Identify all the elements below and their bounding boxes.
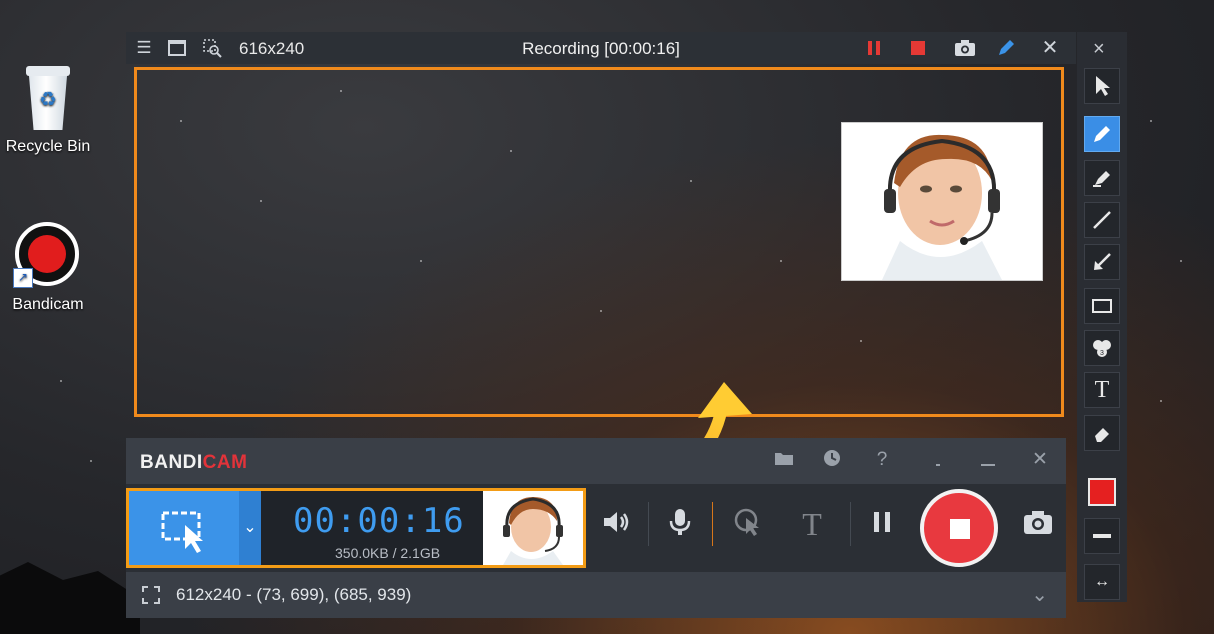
capture-mode-group: ⌄ 00:00:16 350.0KB / 2.1GB bbox=[126, 488, 586, 568]
bandicam-logo: BANDICAM bbox=[140, 452, 248, 473]
resize-panel-icon[interactable]: ↔ bbox=[1084, 564, 1120, 600]
text-overlay-icon[interactable]: T bbox=[794, 506, 830, 542]
toolbar-divider bbox=[850, 502, 851, 546]
speaker-icon[interactable] bbox=[598, 506, 634, 542]
chevron-down-icon[interactable]: ⌄ bbox=[1031, 582, 1048, 607]
clock-icon[interactable] bbox=[820, 448, 844, 472]
close-icon[interactable]: × bbox=[1093, 38, 1105, 61]
rectangle-icon[interactable] bbox=[1084, 288, 1120, 324]
status-bar: 612x240 - (73, 699), (685, 939) ⌄ bbox=[126, 572, 1066, 618]
recording-timer: 00:00:16 bbox=[293, 501, 465, 541]
minimize-small-icon[interactable] bbox=[926, 448, 950, 472]
color-swatch[interactable] bbox=[1088, 478, 1116, 506]
bandicam-icon: ↗ bbox=[13, 222, 81, 288]
close-icon[interactable]: ✕ bbox=[1028, 448, 1052, 472]
camera-icon[interactable] bbox=[1020, 506, 1056, 542]
arrow-icon[interactable] bbox=[1084, 244, 1120, 280]
close-icon[interactable]: ✕ bbox=[1040, 38, 1060, 58]
line-icon[interactable] bbox=[1084, 202, 1120, 238]
webcam-thumbnail[interactable] bbox=[483, 491, 583, 565]
desktop-icon-recycle-bin[interactable]: ♻ Recycle Bin bbox=[0, 66, 96, 156]
desktop-icon-label: Recycle Bin bbox=[5, 138, 91, 155]
desktop-icon-bandicam[interactable]: ↗ Bandicam bbox=[0, 222, 96, 314]
stop-icon[interactable] bbox=[908, 38, 928, 58]
camera-icon[interactable] bbox=[954, 38, 975, 58]
pause-icon[interactable] bbox=[864, 506, 900, 542]
recycle-bin-icon: ♻ bbox=[22, 66, 74, 132]
bandicam-toolbar: ⌄ 00:00:16 350.0KB / 2.1GB T bbox=[126, 484, 1066, 572]
minimize-icon[interactable] bbox=[976, 448, 1000, 472]
recording-window: ☰ 616x240 Recording [00:00:16] ✕ bbox=[126, 32, 1076, 427]
mic-level-bar bbox=[712, 502, 713, 546]
stop-button-wrap bbox=[916, 484, 1012, 572]
eraser-icon[interactable] bbox=[1084, 415, 1120, 451]
pencil-icon[interactable] bbox=[996, 38, 1016, 58]
bandicam-header: BANDICAM ? ✕ bbox=[126, 438, 1066, 484]
toolbar-divider bbox=[648, 502, 649, 546]
folder-icon[interactable] bbox=[772, 448, 796, 472]
help-icon[interactable]: ? bbox=[870, 448, 894, 472]
recording-status: Recording [00:00:16] bbox=[522, 39, 680, 58]
file-size: 350.0KB / 2.1GB bbox=[335, 545, 441, 561]
stop-record-button[interactable] bbox=[920, 489, 998, 567]
chevron-down-icon[interactable]: ⌄ bbox=[239, 491, 261, 565]
screen-mode-button[interactable] bbox=[129, 491, 239, 565]
numbering-icon[interactable]: 3 bbox=[1084, 330, 1120, 366]
cursor-click-icon[interactable] bbox=[730, 506, 766, 542]
highlighter-icon[interactable] bbox=[1084, 160, 1120, 196]
microphone-icon[interactable] bbox=[662, 506, 698, 542]
webcam-overlay bbox=[842, 123, 1042, 280]
capture-region-info: 612x240 - (73, 699), (685, 939) bbox=[176, 585, 412, 604]
text-icon[interactable]: T bbox=[1084, 372, 1120, 408]
desktop-icon-label: Bandicam bbox=[12, 296, 84, 313]
selection-icon bbox=[142, 586, 160, 604]
pause-icon[interactable] bbox=[864, 38, 884, 58]
bandicam-window: BANDICAM ? ✕ ⌄ 00:00:16 350.0KB / 2.1GB … bbox=[126, 438, 1066, 618]
draw-tools-panel: × 3 T ↔ bbox=[1077, 32, 1127, 602]
stop-icon bbox=[950, 519, 970, 539]
pencil-tool-icon[interactable] bbox=[1084, 116, 1120, 152]
recording-titlebar: ☰ 616x240 Recording [00:00:16] ✕ bbox=[126, 32, 1076, 64]
cursor-icon[interactable] bbox=[1084, 68, 1120, 104]
svg-text:3: 3 bbox=[1100, 350, 1104, 357]
thickness-icon[interactable] bbox=[1084, 518, 1120, 554]
